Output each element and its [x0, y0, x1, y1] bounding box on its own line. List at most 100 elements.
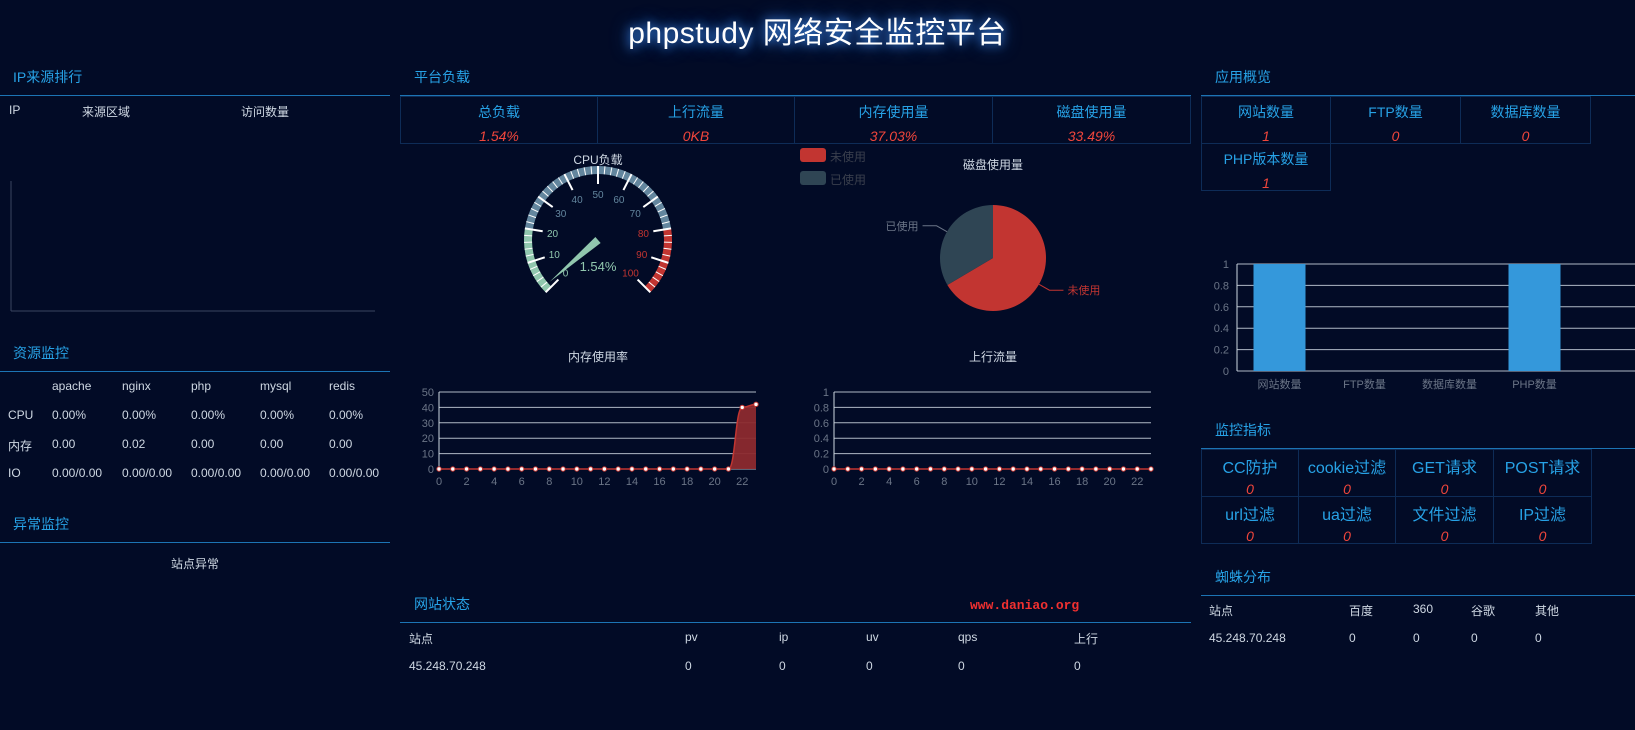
- site-status-divider: [400, 622, 1191, 623]
- site-status-title: 网站状态: [414, 596, 470, 612]
- stat-label: 总负载: [478, 104, 520, 120]
- x-tick-label: 8: [941, 476, 947, 488]
- metric-post: POST请求 0: [1493, 449, 1592, 497]
- legend-unused-label[interactable]: 未使用: [830, 148, 866, 165]
- gauge-tick-label: 40: [572, 195, 584, 206]
- anomaly-divider: [0, 542, 390, 543]
- resource-cell: 0.00/0.00: [52, 466, 103, 480]
- resource-row-label: 内存: [8, 439, 33, 453]
- y-tick-label: 1: [1223, 259, 1229, 271]
- site-row-site: 45.248.70.248: [409, 659, 486, 673]
- data-point: [574, 466, 580, 472]
- site-row-qps: 0: [958, 659, 965, 673]
- spider-row-other: 0: [1535, 631, 1542, 645]
- data-point: [941, 466, 947, 472]
- area-fill: [439, 404, 756, 469]
- cpu-gauge: 010203040 50 607080901001.54%: [524, 166, 672, 294]
- data-point: [955, 466, 961, 472]
- data-point: [845, 466, 851, 472]
- page-title: phpstudy 网络安全监控平台: [628, 17, 1007, 50]
- metric-value: 0: [1343, 528, 1351, 544]
- stat-value: 1.54%: [479, 128, 519, 144]
- data-point: [1024, 466, 1030, 472]
- data-point: [969, 466, 975, 472]
- data-point: [872, 466, 879, 472]
- x-tick-label: 22: [1131, 476, 1143, 488]
- resource-cell: 0.00: [329, 437, 353, 451]
- ip-rank-empty-chart: [10, 181, 375, 312]
- data-point: [831, 466, 837, 472]
- y-tick-label: 0.8: [814, 402, 829, 414]
- site-col-pv: pv: [685, 630, 698, 644]
- resource-cell: 0.00/0.00: [191, 466, 242, 480]
- legend-unused-swatch[interactable]: [800, 148, 826, 162]
- data-point: [927, 466, 934, 472]
- x-tick-label: 6: [914, 476, 920, 488]
- x-category-label: FTP数量: [1343, 378, 1386, 391]
- metric-label: cookie过滤: [1307, 460, 1387, 477]
- site-row-uv: 0: [866, 659, 873, 673]
- gauge-tick-label: 70: [630, 209, 642, 220]
- stat-label: FTP数量: [1368, 104, 1423, 120]
- x-tick-label: 0: [436, 476, 442, 488]
- y-tick-label: 10: [422, 449, 434, 461]
- app-stat-db: 数据库数量 0: [1460, 96, 1591, 144]
- metric-value: 0: [1343, 481, 1351, 497]
- resource-cell: 0.00%: [260, 408, 295, 422]
- data-point: [739, 404, 745, 411]
- metric-cc: CC防护 0: [1201, 449, 1299, 497]
- stat-value: 37.03%: [869, 128, 918, 144]
- data-point: [1106, 466, 1113, 472]
- spider-title: 蜘蛛分布: [1215, 569, 1271, 585]
- data-point: [753, 401, 759, 408]
- resource-cell: 0.00: [52, 437, 76, 451]
- site-row-upload: 0: [1074, 659, 1081, 673]
- x-tick-label: 12: [993, 476, 1005, 488]
- site-col-qps: qps: [958, 630, 978, 644]
- metric-ip: IP过滤 0: [1493, 496, 1592, 544]
- data-point: [670, 466, 677, 472]
- gauge-value-text: 1.54%: [580, 259, 617, 274]
- pie-label-line: [1038, 283, 1064, 291]
- bar: [1508, 264, 1561, 371]
- data-point: [518, 466, 525, 472]
- metric-value: 0: [1246, 528, 1254, 544]
- data-point: [656, 466, 663, 472]
- resource-cell: 0.00%: [52, 408, 87, 422]
- legend-used-label[interactable]: 已使用: [830, 171, 866, 188]
- y-tick-label: 0.6: [814, 418, 829, 430]
- metric-get: GET请求 0: [1395, 449, 1494, 497]
- y-tick-label: 0.4: [1214, 323, 1229, 335]
- x-tick-label: 4: [886, 476, 892, 488]
- site-row-ip: 0: [779, 659, 786, 673]
- data-point: [436, 466, 442, 472]
- data-point: [1093, 466, 1099, 472]
- gauge-tick: [663, 234, 672, 237]
- x-tick-label: 14: [1021, 476, 1033, 488]
- app-stat-php: PHP版本数量 1: [1201, 143, 1331, 191]
- data-point: [996, 466, 1003, 472]
- resource-cell: 0.02: [122, 437, 146, 451]
- app-stat-ftp: FTP数量 0: [1330, 96, 1461, 144]
- metric-value: 0: [1440, 481, 1449, 497]
- ip-rank-col-region: 来源区域: [82, 105, 131, 119]
- x-tick-label: 18: [681, 476, 693, 488]
- legend-used-swatch[interactable]: [800, 171, 826, 185]
- metric-label: IP过滤: [1518, 507, 1567, 524]
- stat-memory: 内存使用量 37.03%: [794, 96, 993, 144]
- data-point: [505, 466, 511, 472]
- x-tick-label: 14: [626, 476, 638, 488]
- resource-cell: 0.00%: [191, 408, 226, 422]
- data-point: [463, 466, 470, 472]
- upload-chart: 1 0.8 0.6 0.4 0.2 00 2 4 6 8 10 12 14 16 18 20 22: [814, 387, 1154, 488]
- ip-rank-col-ip: IP: [9, 103, 21, 117]
- spider-row-360: 0: [1413, 631, 1420, 645]
- resource-col-nginx: nginx: [122, 379, 151, 393]
- metric-value: 0: [1440, 528, 1449, 544]
- x-tick-label: 2: [464, 476, 470, 488]
- gauge-tick-label: 60: [613, 195, 625, 206]
- x-tick-label: 10: [571, 476, 583, 488]
- metric-value: 0: [1538, 528, 1547, 544]
- y-tick-label: 30: [422, 418, 434, 430]
- gauge-tick-label: 30: [555, 209, 567, 220]
